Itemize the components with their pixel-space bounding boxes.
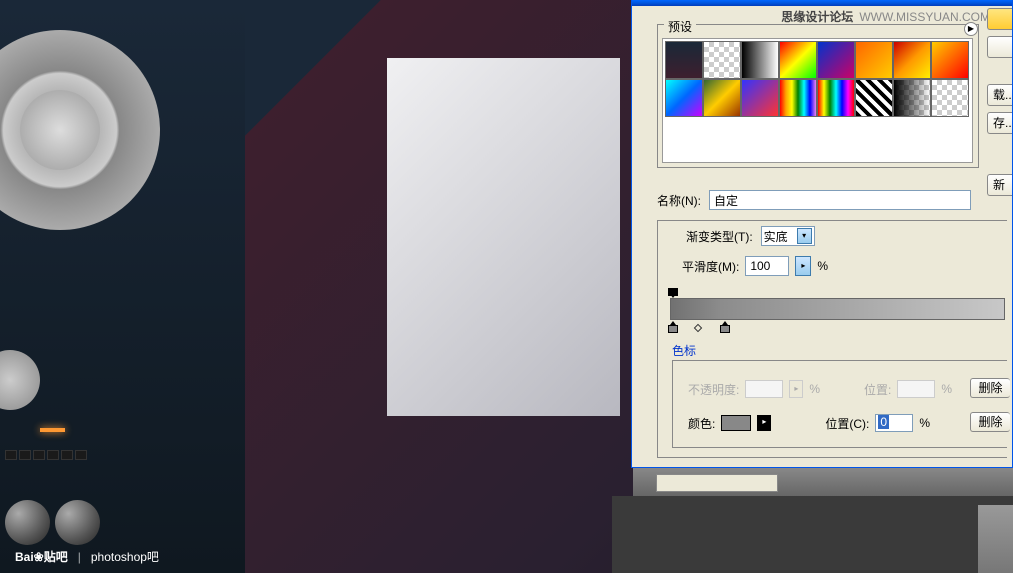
indicator-light [40,428,65,432]
dialog-side-buttons: 载... 存... 新 [987,8,1012,196]
opacity-stop[interactable] [668,288,678,298]
preset-swatch[interactable] [817,41,855,79]
tone-knob [55,500,100,545]
reference-image-panel [0,0,245,573]
chevron-right-icon[interactable]: ▸ [757,415,771,431]
chevron-right-icon: ▸ [789,380,803,398]
name-label: 名称(N): [657,192,701,209]
color-stop[interactable] [668,321,678,333]
color-swatch-button[interactable] [721,415,751,431]
preset-swatch[interactable] [855,79,893,117]
preset-swatch[interactable] [893,41,931,79]
new-button[interactable]: 新 [987,174,1012,196]
preset-swatch[interactable] [817,79,855,117]
color-stop[interactable] [720,321,730,333]
save-button[interactable]: 存... [987,112,1012,134]
preset-swatch[interactable] [931,41,969,79]
smoothness-label: 平滑度(M): [682,258,739,275]
volume-knob [5,500,50,545]
preset-swatch[interactable] [779,79,817,117]
presets-label: 预设 [664,18,696,35]
ok-button[interactable] [987,8,1012,30]
tape-reel [0,30,160,230]
preset-swatch[interactable] [855,41,893,79]
position-label: 位置: [864,381,891,398]
working-layer[interactable] [387,58,620,416]
preset-swatch[interactable] [665,41,703,79]
cancel-button[interactable] [987,36,1012,58]
dialog-titlebar[interactable] [632,0,1012,6]
chevron-down-icon: ▾ [797,228,812,244]
machine-buttons [5,450,87,460]
position-c-label: 位置(C): [825,415,869,432]
name-input[interactable] [709,190,971,210]
tape-guide [0,350,40,410]
watermark-forum: 思缘设计论坛 WWW.MISSYUAN.COM [781,8,990,25]
position-c-input[interactable]: 0 [875,414,913,432]
secondary-panel-fragment [656,474,778,492]
delete-color-stop-button[interactable]: 删除 [970,412,1010,432]
preset-swatch[interactable] [779,41,817,79]
gradient-type-select[interactable]: 实底▾ [761,226,815,246]
chevron-right-icon[interactable]: ▸ [795,256,811,276]
presets-menu-icon[interactable]: ▶ [964,22,978,36]
smoothness-input[interactable] [745,256,789,276]
preset-swatch[interactable] [703,79,741,117]
delete-opacity-stop-button: 删除 [970,378,1010,398]
percent-label: % [817,259,828,273]
preset-swatch[interactable] [893,79,931,117]
preset-swatch[interactable] [741,79,779,117]
stops-groupbox [672,360,1007,448]
stops-label: 色标 [672,342,696,359]
opacity-input [745,380,783,398]
watermark-baidu: Bai❀贴吧 | photoshop吧 [15,548,159,565]
gradient-bar[interactable] [670,298,1005,320]
preset-swatch[interactable] [931,79,969,117]
preset-swatch-grid [662,38,973,163]
color-label: 颜色: [688,415,715,432]
gradient-type-label: 渐变类型(T): [686,228,753,245]
layers-thumbnail[interactable] [978,505,1013,573]
preset-swatch[interactable] [703,41,741,79]
opacity-label: 不透明度: [688,381,739,398]
workspace-bottom [612,496,1013,573]
gradient-editor-dialog: 思缘设计论坛 WWW.MISSYUAN.COM 预设 ▶ 载... 存... 新… [631,0,1013,468]
preset-swatch[interactable] [665,79,703,117]
preset-swatch[interactable] [741,41,779,79]
load-button[interactable]: 载... [987,84,1012,106]
position-input [897,380,935,398]
